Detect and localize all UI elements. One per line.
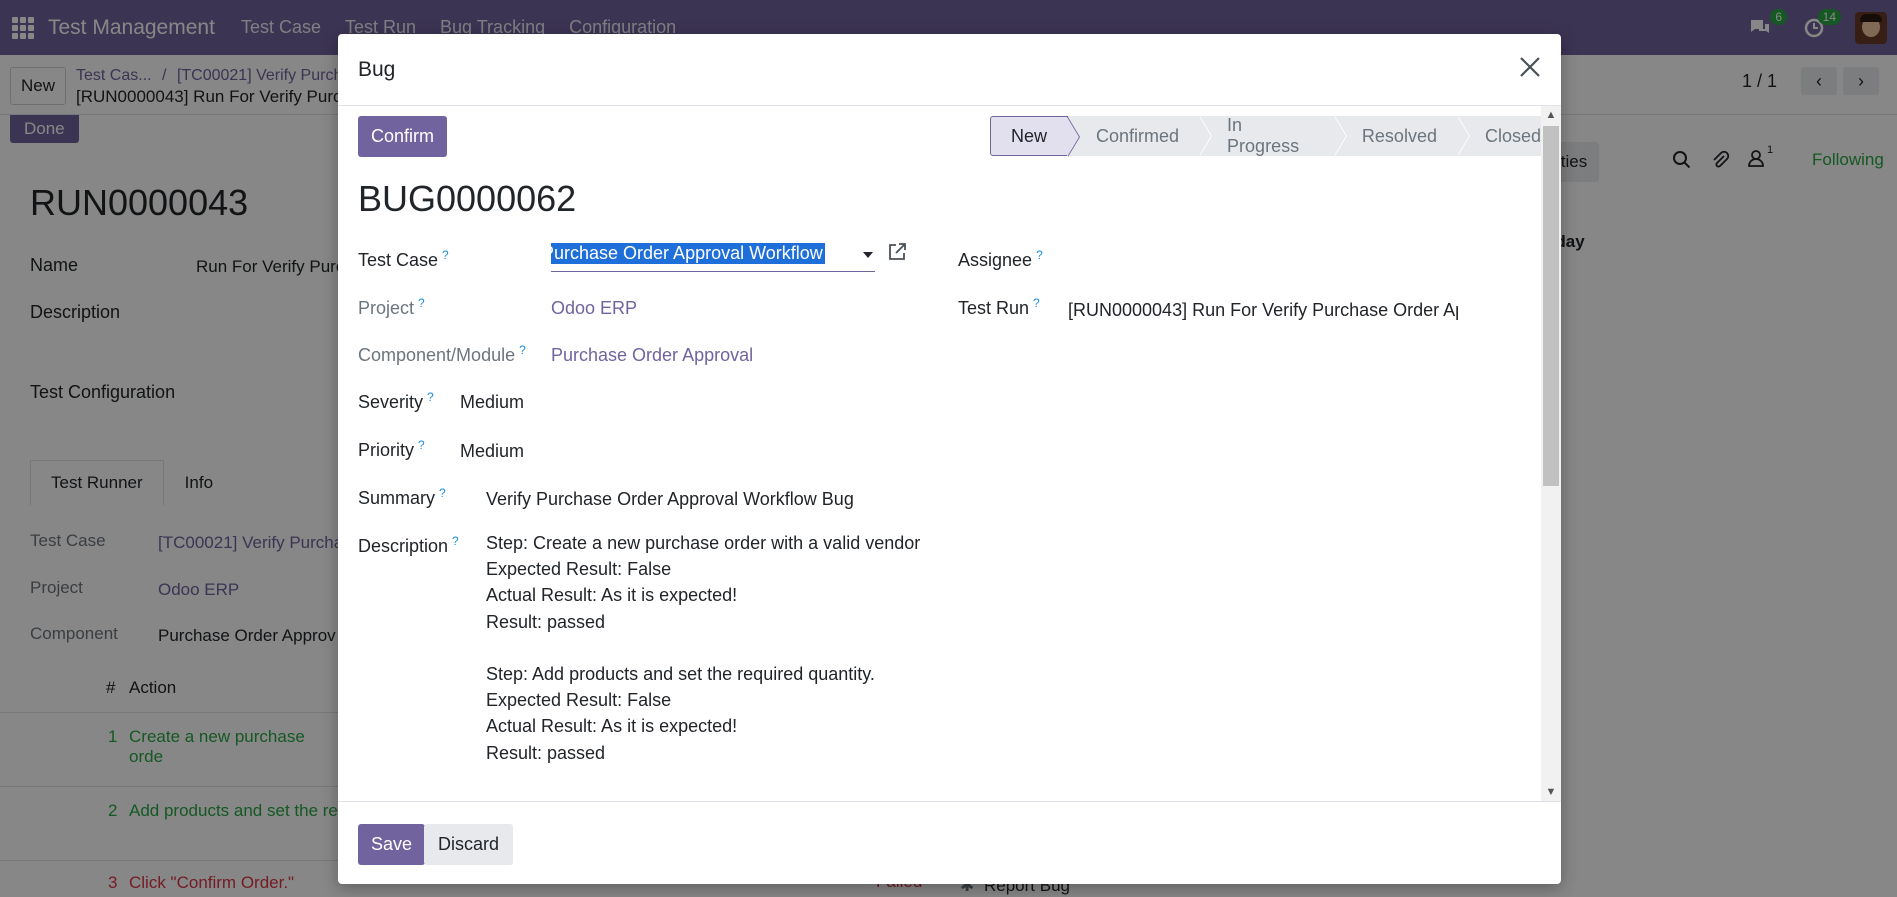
scrollbar-thumb[interactable] — [1543, 126, 1559, 486]
help-tooltip-icon[interactable]: ? — [452, 534, 459, 548]
help-tooltip-icon[interactable]: ? — [442, 248, 449, 262]
test-case-input[interactable]: rify Purchase Order Approval Workflow — [551, 240, 875, 272]
dialog-scrollbar[interactable]: ▲ ▼ — [1541, 106, 1561, 801]
dialog-footer: Save Discard — [338, 801, 1561, 884]
bug-dialog: Bug Confirm New Confirmed In Progress Re… — [338, 34, 1561, 884]
status-bar: New Confirmed In Progress Resolved Close… — [990, 115, 1561, 157]
dialog-body: Confirm New Confirmed In Progress Resolv… — [338, 106, 1561, 801]
test-case-selected-text: rify Purchase Order Approval Workflow — [551, 243, 825, 264]
stage-new[interactable]: New — [990, 116, 1081, 157]
summary-label: Summary? — [358, 486, 446, 508]
project-value[interactable]: Odoo ERP — [551, 298, 637, 319]
priority-label: Priority? — [358, 438, 425, 460]
assignee-input[interactable] — [1068, 244, 1458, 274]
close-icon[interactable] — [1515, 52, 1545, 82]
dialog-header: Bug — [338, 34, 1561, 106]
help-tooltip-icon[interactable]: ? — [439, 486, 446, 500]
confirm-button[interactable]: Confirm — [358, 116, 448, 157]
stage-resolved[interactable]: Resolved — [1333, 116, 1471, 156]
save-button[interactable]: Save — [358, 824, 426, 865]
stage-confirmed[interactable]: Confirmed — [1068, 116, 1213, 156]
chevron-down-icon[interactable] — [863, 252, 873, 258]
priority-select[interactable]: Medium — [460, 441, 524, 462]
help-tooltip-icon[interactable]: ? — [418, 438, 425, 452]
assignee-label: Assignee? — [958, 248, 1043, 270]
bug-record-name: BUG0000062 — [358, 178, 577, 219]
description-label: Description? — [358, 534, 459, 556]
scroll-down-icon[interactable]: ▼ — [1541, 783, 1561, 801]
help-tooltip-icon[interactable]: ? — [1036, 248, 1043, 262]
help-tooltip-icon[interactable]: ? — [427, 390, 434, 404]
dialog-title: Bug — [358, 58, 396, 81]
help-tooltip-icon[interactable]: ? — [1033, 296, 1040, 310]
test-run-label: Test Run? — [958, 296, 1040, 318]
severity-label: Severity? — [358, 390, 434, 412]
description-textarea[interactable]: Step: Create a new purchase order with a… — [486, 530, 920, 766]
component-module-value[interactable]: Purchase Order Approval — [551, 345, 753, 366]
help-tooltip-icon[interactable]: ? — [519, 343, 526, 357]
external-link-icon[interactable] — [887, 242, 907, 262]
discard-button[interactable]: Discard — [424, 824, 514, 865]
project-label: Project? — [358, 296, 425, 318]
component-module-label: Component/Module? — [358, 343, 526, 365]
stage-in-progress[interactable]: In Progress — [1199, 115, 1347, 156]
test-run-value[interactable]: [RUN0000043] Run For Verify Purchase Ord… — [1068, 300, 1458, 321]
scroll-up-icon[interactable]: ▲ — [1541, 106, 1561, 124]
help-tooltip-icon[interactable]: ? — [418, 296, 425, 310]
severity-select[interactable]: Medium — [460, 392, 524, 413]
test-case-label: Test Case? — [358, 248, 449, 270]
summary-input[interactable]: Verify Purchase Order Approval Workflow … — [486, 489, 854, 510]
